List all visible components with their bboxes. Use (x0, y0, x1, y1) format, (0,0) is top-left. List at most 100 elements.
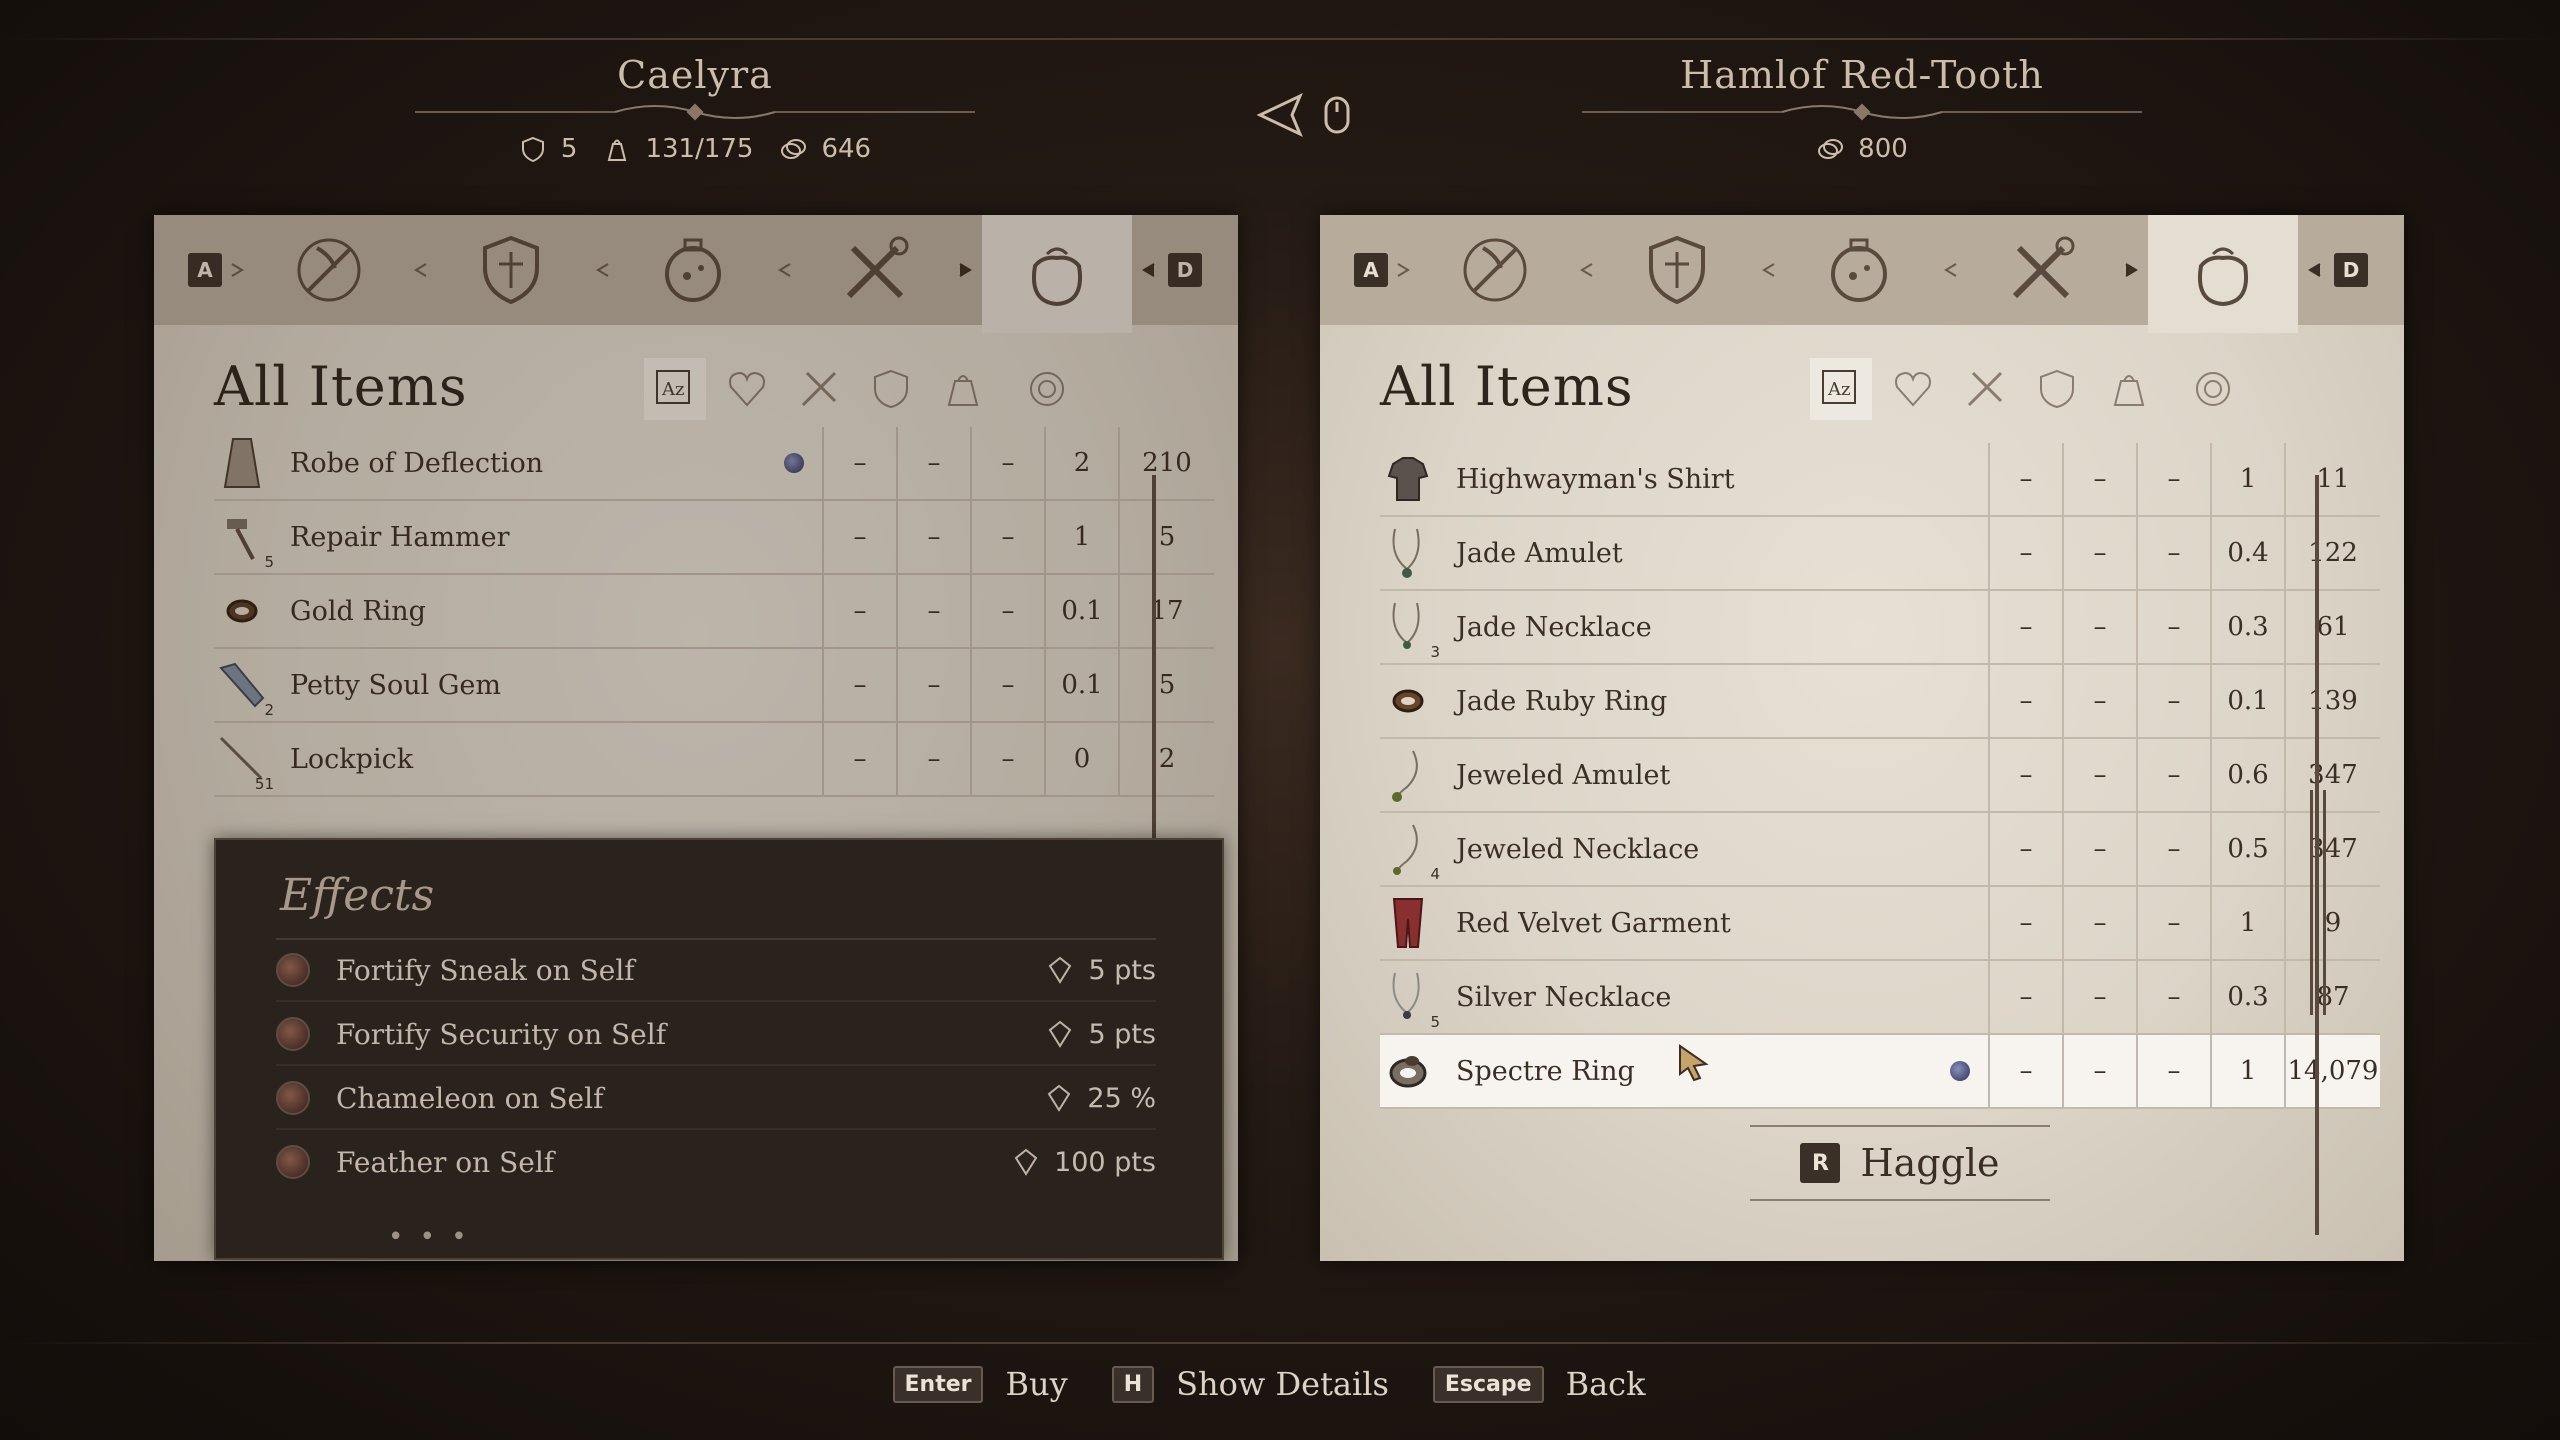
svg-text:Az: Az (1827, 379, 1850, 400)
sort-by-value-button[interactable] (2182, 358, 2244, 420)
tab-armor[interactable] (436, 215, 586, 325)
shield-icon (874, 369, 908, 409)
sort-by-armor-button[interactable] (860, 358, 922, 420)
tab-weapons[interactable] (254, 215, 404, 325)
magnitude-icon (1049, 956, 1072, 984)
coin-icon (1030, 372, 1064, 406)
armor-rating-icon (521, 136, 544, 163)
heart-icon (729, 371, 765, 407)
category-tabs: A D (1320, 215, 2404, 333)
list-item[interactable]: Robe of Deflection – – –2 210 (214, 427, 1214, 501)
sort-by-name-button[interactable]: Az (644, 358, 706, 420)
effect-icon (276, 1017, 310, 1051)
list-item[interactable]: 4 Jeweled Necklace – – –0.5 347 (1380, 813, 2380, 887)
gold-icon (1818, 139, 1844, 159)
necklace-icon: 3 (1380, 599, 1440, 661)
tab-separator (950, 215, 982, 325)
effect-row: Fortify Sneak on Self 5 pts (276, 940, 1156, 1002)
soul-gem-icon: 2 (214, 657, 274, 719)
sort-by-armor-button[interactable] (2026, 358, 2088, 420)
shield-icon (2040, 369, 2074, 409)
tab-all-items[interactable] (2148, 215, 2298, 333)
tab-alchemy[interactable] (618, 215, 768, 325)
prev-tab-key[interactable]: A (188, 253, 222, 287)
magnitude-icon (1048, 1084, 1071, 1112)
sort-by-name-button[interactable]: Az (1810, 358, 1872, 420)
tab-separator (1388, 215, 1420, 325)
tab-armor[interactable] (1602, 215, 1752, 325)
list-item[interactable]: Jade Amulet – – –0.4 122 (1380, 517, 2380, 591)
alchemy-icon (665, 238, 721, 302)
weight-icon (2113, 375, 2145, 406)
list-item[interactable]: Jade Ruby Ring – – –0.1 139 (1380, 665, 2380, 739)
tab-weapons[interactable] (1420, 215, 1570, 325)
ring-icon (1380, 673, 1436, 729)
back-key[interactable]: Escape (1432, 1365, 1544, 1403)
ornament-divider (1582, 103, 2142, 121)
list-item[interactable]: 3 Jade Necklace – – –0.3 61 (1380, 591, 2380, 665)
all-items-bag-icon (2198, 247, 2248, 307)
sort-by-value-button[interactable] (1016, 358, 1078, 420)
list-item[interactable]: Jeweled Amulet – – –0.6 347 (1380, 739, 2380, 813)
svg-text:Az: Az (661, 379, 684, 400)
garment-icon (1380, 895, 1436, 951)
tab-misc[interactable] (800, 215, 950, 325)
list-item[interactable]: Highwayman's Shirt – – –1 11 (1380, 443, 2380, 517)
next-tab-key[interactable]: D (2334, 253, 2368, 287)
effect-row: Fortify Security on Self 5 pts (276, 1004, 1156, 1066)
tab-separator (768, 215, 800, 325)
amulet-icon (1380, 747, 1436, 803)
tab-all-items[interactable] (982, 215, 1132, 333)
sort-by-weight-button[interactable] (932, 358, 994, 420)
sort-by-health-button[interactable] (1882, 358, 1944, 420)
haggle-key: R (1800, 1143, 1841, 1183)
list-item[interactable]: Red Velvet Garment – – –1 9 (1380, 887, 2380, 961)
haggle-button[interactable]: R Haggle (1750, 1125, 2050, 1201)
buy-key[interactable]: Enter (892, 1365, 984, 1403)
list-item[interactable]: Gold Ring – – –0.1 17 (214, 575, 1214, 649)
tab-alchemy[interactable] (1784, 215, 1934, 325)
back-label: Back (1565, 1365, 1646, 1403)
tab-misc[interactable] (1966, 215, 2116, 325)
hammer-icon: 5 (214, 509, 274, 571)
category-tabs: A D (154, 215, 1238, 333)
weapons-icon (297, 238, 361, 302)
sort-by-weight-button[interactable] (2098, 358, 2160, 420)
list-item[interactable]: 51 Lockpick – – –0 2 (214, 723, 1214, 797)
necklace-icon: 5 (1380, 969, 1440, 1031)
magnitude-icon (1049, 1020, 1072, 1048)
list-item[interactable]: 2 Petty Soul Gem – – –0.1 5 (214, 649, 1214, 723)
necklace-icon: 4 (1380, 821, 1440, 883)
list-item-selected[interactable]: Spectre Ring – – –1 14,079 (1380, 1035, 2380, 1109)
tab-separator (222, 215, 254, 325)
sort-by-damage-button[interactable] (1954, 358, 2016, 420)
effect-icon (276, 1081, 310, 1115)
top-divider (0, 38, 2560, 40)
prev-tab-key[interactable]: A (1354, 253, 1388, 287)
enchanted-indicator (784, 453, 804, 473)
player-header: Caelyra 5 131/175 646 (415, 50, 975, 164)
player-gold: 646 (821, 134, 872, 164)
transfer-direction-icon[interactable] (1250, 90, 1360, 140)
sort-by-health-button[interactable] (716, 358, 778, 420)
list-item[interactable]: 5 Silver Necklace – – –0.3 87 (1380, 961, 2380, 1035)
sort-az-icon: Az (1822, 370, 1856, 404)
mouse-cursor-icon (1679, 1044, 1709, 1082)
next-tab-key[interactable]: D (1168, 253, 1202, 287)
armor-icon (483, 235, 539, 305)
tab-separator (2298, 215, 2330, 325)
list-item[interactable]: 5 Repair Hammer – – –1 5 (214, 501, 1214, 575)
list-title: All Items (214, 355, 468, 418)
merchant-name: Hamlof Red-Tooth (1680, 53, 2044, 97)
enchanted-indicator (1950, 1061, 1970, 1081)
show-details-label: Show Details (1176, 1365, 1389, 1403)
effect-icon (276, 953, 310, 987)
sort-by-damage-button[interactable] (788, 358, 850, 420)
show-details-key[interactable]: H (1111, 1365, 1155, 1403)
tab-separator (586, 215, 618, 325)
ring-icon (1380, 1043, 1436, 1099)
bottom-divider (0, 1342, 2560, 1344)
tab-separator (1132, 215, 1164, 325)
gold-icon (781, 139, 807, 159)
scrollbar-thumb[interactable] (2310, 790, 2326, 1015)
